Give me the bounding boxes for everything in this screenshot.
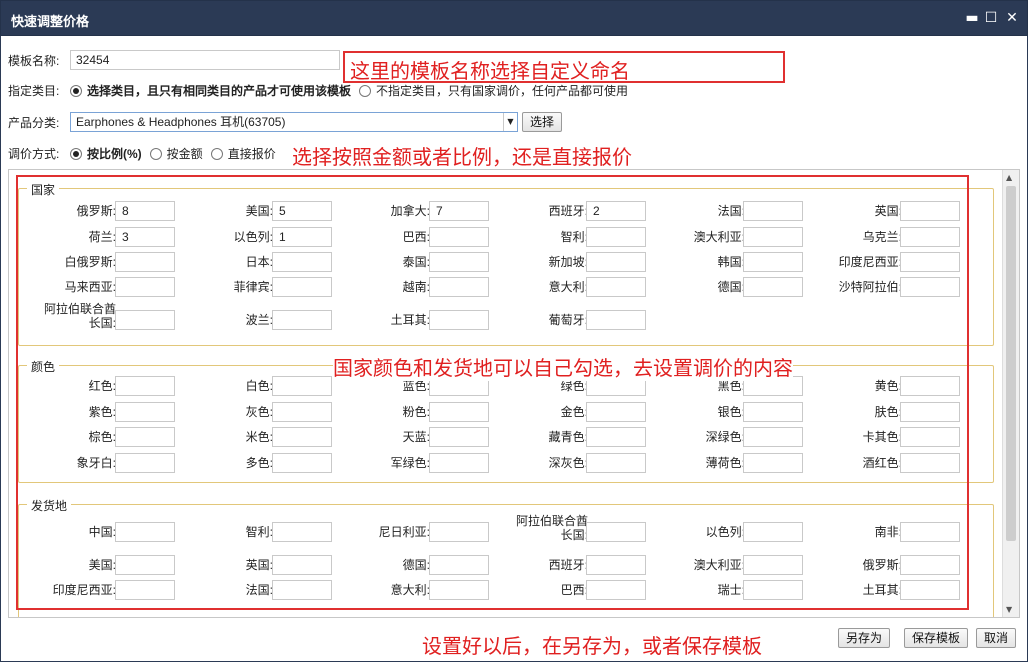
annotation-template-name: 这里的模板名称选择自定义命名 <box>350 59 630 83</box>
annotation-adjust-mode: 选择按照金额或者比例，还是直接报价 <box>292 145 632 169</box>
adjust-mode-direct-label: 直接报价 <box>227 147 276 161</box>
annotation-save: 设置好以后，在另存为，或者保存模板 <box>422 634 762 658</box>
product-category-row: 产品分类: Earphones & Headphones 耳机(63705) ▼… <box>8 112 563 132</box>
save-template-button[interactable]: 保存模板 <box>904 628 969 648</box>
adjust-mode-amount-label: 按金额 <box>166 147 203 161</box>
template-name-label: 模板名称: <box>8 53 60 68</box>
category-mode-row: 指定类目: 选择类目，且只有相同类目的产品才可使用该模板 不指定类目，只有国家调… <box>8 82 636 99</box>
radio-unselected-icon[interactable] <box>210 147 223 160</box>
category-mode-any[interactable]: 不指定类目，只有国家调价，任何产品都可使用 <box>359 82 628 99</box>
adjust-mode-percent-label: 按比例(%) <box>87 147 142 161</box>
product-category-value: Earphones & Headphones 耳机(63705) <box>76 115 286 129</box>
save-as-button[interactable]: 另存为 <box>838 628 891 648</box>
annotation-box-groups <box>16 175 969 610</box>
adjust-mode-row: 调价方式: 按比例(%) 按金额 直接报价 <box>8 145 284 162</box>
minimize-icon[interactable]: ▬ <box>963 9 981 27</box>
scroll-down-icon[interactable]: ▼ <box>1006 605 1012 614</box>
category-mode-any-label: 不指定类目，只有国家调价，任何产品都可使用 <box>376 84 629 98</box>
cancel-button[interactable]: 取消 <box>976 628 1017 648</box>
radio-unselected-icon[interactable] <box>359 84 372 97</box>
chevron-down-icon[interactable]: ▼ <box>503 113 517 131</box>
scroll-up-icon[interactable]: ▲ <box>1006 173 1012 182</box>
adjust-mode-amount[interactable]: 按金额 <box>149 145 203 162</box>
category-mode-label: 指定类目: <box>8 84 60 98</box>
close-icon[interactable]: ✕ <box>1003 9 1021 27</box>
radio-unselected-icon[interactable] <box>149 147 162 160</box>
scrollbar-thumb[interactable] <box>1006 186 1016 541</box>
template-name-input[interactable]: 32454 <box>70 50 340 70</box>
window-title: 快速调整价格 <box>11 14 90 29</box>
category-mode-specific-label: 选择类目，且只有相同类目的产品才可使用该模板 <box>87 84 352 98</box>
adjust-mode-direct[interactable]: 直接报价 <box>210 145 276 162</box>
template-name-row: 模板名称: 32454 <box>8 50 340 70</box>
select-category-button[interactable]: 选择 <box>522 112 563 132</box>
adjust-mode-percent[interactable]: 按比例(%) <box>70 145 142 162</box>
maximize-icon[interactable]: ☐ <box>982 9 1000 27</box>
category-mode-specific[interactable]: 选择类目，且只有相同类目的产品才可使用该模板 <box>70 82 351 99</box>
vertical-scrollbar[interactable]: ▲ ▼ <box>1002 170 1019 617</box>
product-category-label: 产品分类: <box>8 115 60 130</box>
radio-selected-icon[interactable] <box>70 147 82 160</box>
product-category-select[interactable]: Earphones & Headphones 耳机(63705) ▼ <box>70 112 518 132</box>
title-bar: 快速调整价格 ▬ ☐ ✕ <box>0 0 1028 36</box>
adjust-mode-label: 调价方式: <box>8 147 60 161</box>
radio-selected-icon[interactable] <box>70 84 82 97</box>
annotation-groups: 国家颜色和发货地可以自己勾选，去设置调价的内容 <box>333 352 793 381</box>
